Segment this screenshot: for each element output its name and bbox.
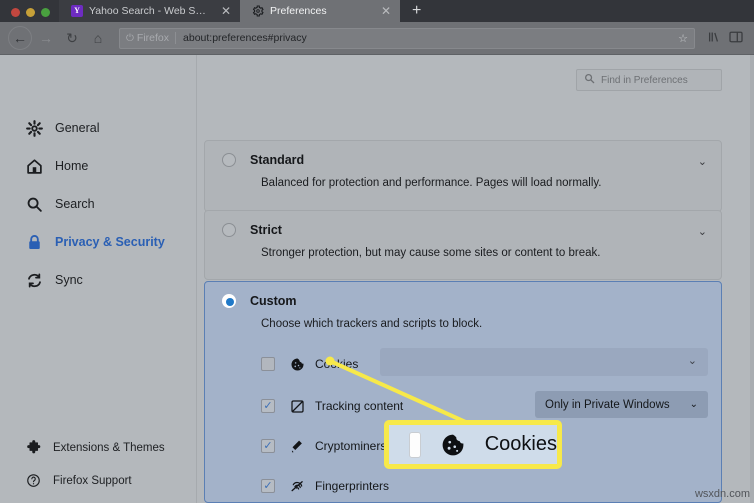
scrollbar-track[interactable]: [750, 55, 754, 503]
card-header: Strict ⌄: [205, 211, 721, 238]
radio-standard[interactable]: [222, 153, 236, 167]
preferences-sidebar: General Home Search Privacy & Security S…: [0, 55, 196, 503]
custom-row-fingerprinters[interactable]: ✓ Fingerprinters: [205, 466, 721, 503]
card-description: Stronger protection, but may cause some …: [261, 247, 601, 259]
sidebar-item-label: Firefox Support: [53, 474, 132, 487]
window-traffic-lights: [0, 8, 59, 22]
row-label: Fingerprinters: [315, 479, 390, 493]
chevron-down-icon: ⌄: [689, 399, 698, 410]
reload-button[interactable]: ↻: [60, 26, 84, 50]
gear-icon: [26, 119, 43, 137]
identity-box[interactable]: ⏻ Firefox: [126, 32, 177, 44]
option-card-strict[interactable]: Strict ⌄ Stronger protection, but may ca…: [204, 210, 722, 280]
address-bar[interactable]: ⏻ Firefox about:preferences#privacy ☆: [119, 27, 695, 49]
sidebar-item-label: Search: [55, 197, 95, 211]
tracking-content-dropdown[interactable]: Only in Private Windows ⌄: [535, 391, 708, 418]
question-circle-icon: [26, 472, 41, 489]
checkbox-cookies[interactable]: [261, 357, 275, 371]
home-icon: [26, 158, 43, 175]
tab-title: Preferences: [270, 5, 327, 17]
new-tab-button[interactable]: +: [400, 3, 433, 22]
option-card-custom[interactable]: Custom Choose which trackers and scripts…: [204, 281, 722, 503]
lock-icon: [26, 234, 43, 251]
row-label: Cookies: [315, 357, 359, 371]
url-text: about:preferences#privacy: [183, 32, 307, 44]
callout-label: Cookies: [484, 433, 557, 455]
cookies-dropdown[interactable]: ⌄: [380, 348, 708, 376]
back-button[interactable]: ←: [8, 26, 32, 50]
sidebar-icon[interactable]: [726, 31, 746, 46]
card-header: Custom: [205, 282, 721, 308]
tab-yahoo-search[interactable]: Y Yahoo Search - Web Search ✕: [59, 0, 240, 22]
sidebar-item-home[interactable]: Home: [0, 147, 196, 185]
sidebar-item-label: Privacy & Security: [55, 235, 165, 249]
preferences-page: General Home Search Privacy & Security S…: [0, 55, 754, 503]
sidebar-item-label: Extensions & Themes: [53, 441, 165, 454]
radio-strict[interactable]: [222, 223, 236, 237]
card-title: Strict: [250, 223, 282, 237]
checkbox-fingerprinters[interactable]: ✓: [261, 479, 275, 493]
gear-icon: [252, 5, 264, 17]
watermark: wsxdn.com: [694, 488, 750, 500]
sidebar-item-extensions-themes[interactable]: Extensions & Themes: [0, 431, 196, 464]
sync-icon: [26, 272, 43, 289]
sidebar-item-label: Sync: [55, 273, 83, 287]
zoom-window-button[interactable]: [41, 8, 50, 17]
browser-window: Y Yahoo Search - Web Search ✕ Preference…: [0, 0, 754, 503]
fingerprinter-icon: [288, 479, 306, 494]
yahoo-favicon: Y: [71, 5, 83, 17]
custom-row-cookies[interactable]: ⌄ Cookies: [205, 342, 721, 386]
sidebar-item-sync[interactable]: Sync: [0, 261, 196, 299]
callout-checkbox: [409, 431, 421, 458]
sidebar-item-firefox-support[interactable]: Firefox Support: [0, 464, 196, 497]
tab-bar: Y Yahoo Search - Web Search ✕ Preference…: [0, 0, 754, 22]
row-label: Cryptominers: [315, 439, 387, 453]
card-title: Standard: [250, 153, 305, 167]
tab-preferences[interactable]: Preferences ✕: [240, 0, 400, 22]
tab-title: Yahoo Search - Web Search: [89, 5, 209, 17]
sidebar-item-search[interactable]: Search: [0, 185, 196, 223]
search-icon: [26, 196, 43, 213]
option-card-standard[interactable]: Standard ⌄ Balanced for protection and p…: [204, 140, 722, 212]
card-description: Choose which trackers and scripts to blo…: [261, 318, 483, 330]
chevron-down-icon[interactable]: ⌄: [698, 157, 707, 168]
identity-label: Firefox: [136, 32, 170, 44]
puzzle-icon: [26, 439, 41, 456]
row-label: Tracking content: [315, 399, 404, 413]
sidebar-item-label: General: [55, 121, 100, 135]
home-button[interactable]: ⌂: [86, 26, 110, 50]
sidebar-item-general[interactable]: General: [0, 109, 196, 147]
card-title: Custom: [250, 294, 297, 308]
card-header: Standard ⌄: [205, 141, 721, 168]
library-icon[interactable]: [704, 31, 724, 46]
checkbox-cryptominers[interactable]: ✓: [261, 439, 275, 453]
dropdown-value: Only in Private Windows: [545, 398, 670, 411]
cryptominer-icon: [288, 439, 306, 454]
chevron-down-icon[interactable]: ⌄: [698, 227, 707, 238]
tab-close-icon[interactable]: ✕: [215, 5, 231, 17]
navigation-toolbar: ← → ↻ ⌂ ⏻ Firefox about:preferences#priv…: [0, 22, 754, 55]
cookie-icon: [288, 357, 306, 372]
sidebar-item-privacy-security[interactable]: Privacy & Security: [0, 223, 196, 261]
sidebar-item-label: Home: [55, 159, 89, 173]
sidebar-bottom-group: Extensions & Themes Firefox Support: [0, 431, 196, 497]
minimize-window-button[interactable]: [26, 8, 35, 17]
tracking-content-icon: [288, 399, 306, 414]
bookmark-star-icon[interactable]: ☆: [678, 32, 688, 45]
card-description: Balanced for protection and performance.…: [261, 177, 602, 189]
firefox-logo-icon: ⏻: [126, 32, 134, 44]
tab-close-icon[interactable]: ✕: [375, 5, 391, 17]
close-window-button[interactable]: [11, 8, 20, 17]
chevron-down-icon[interactable]: ⌄: [688, 356, 697, 367]
forward-button[interactable]: →: [34, 26, 58, 50]
checkbox-tracking-content[interactable]: ✓: [261, 399, 275, 413]
radio-custom[interactable]: [222, 294, 236, 308]
annotation-callout-cookies: Cookies: [384, 420, 562, 469]
cookie-icon: [440, 432, 466, 458]
